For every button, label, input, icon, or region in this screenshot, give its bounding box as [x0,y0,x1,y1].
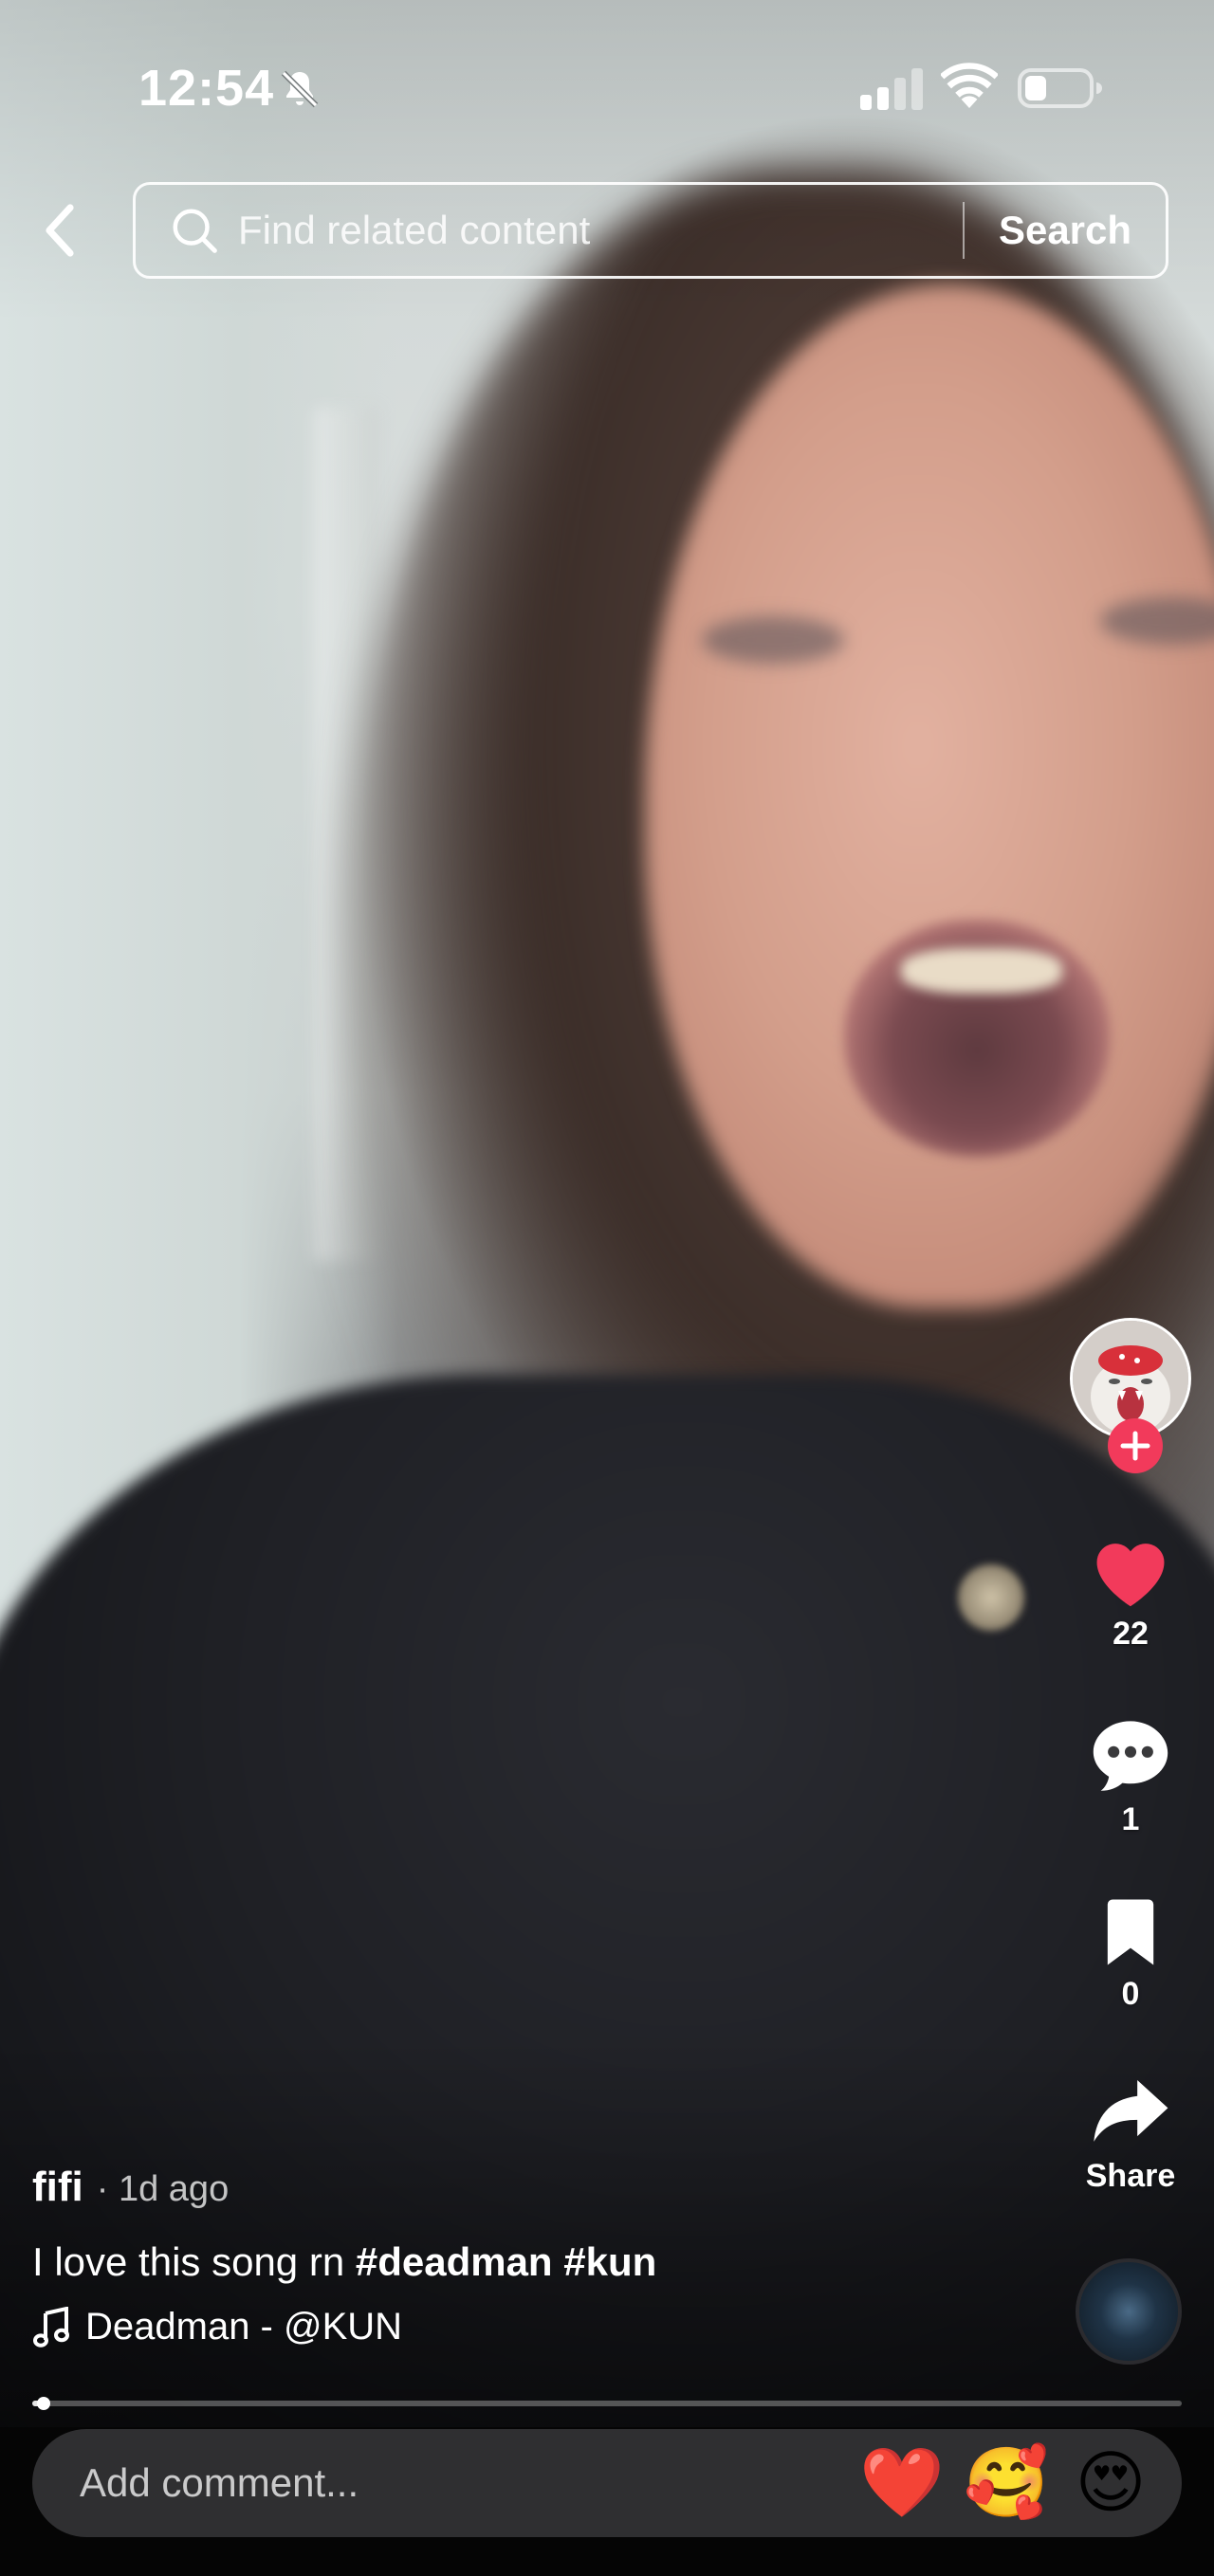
share-arrow-icon [1094,2079,1168,2142]
plus-icon [1120,1431,1150,1461]
share-label: Share [1085,2158,1176,2194]
save-count: 0 [1121,1976,1140,2012]
sound-link[interactable]: Deadman - @KUN [32,2306,1038,2348]
music-disc[interactable] [1076,2258,1182,2365]
hashtag-kun[interactable]: #kun [563,2239,656,2284]
search-input[interactable] [236,192,963,269]
smiling-hearts-emoji-button[interactable]: 🥰 [954,2445,1058,2521]
search-button[interactable]: Search [965,208,1166,253]
author-name[interactable]: fifi [32,2164,83,2211]
save-button[interactable]: 0 [1055,1896,1206,2013]
cellular-signal-icon [860,68,923,110]
bookmark-icon [1107,1899,1154,1965]
like-button[interactable]: 22 [1055,1534,1206,1653]
bell-slash-icon [281,70,319,108]
author-line: fifi · 1d ago [32,2164,1038,2211]
share-button[interactable]: Share [1055,2074,1206,2195]
sound-name: Deadman - @KUN [85,2306,403,2348]
comment-bar: Add comment... ❤️ 🥰 😍 [32,2429,1182,2537]
comment-count: 1 [1121,1801,1140,1837]
hashtag-deadman[interactable]: #deadman [356,2239,553,2284]
comment-bubble-icon [1093,1721,1168,1791]
heart-icon [1096,1544,1165,1607]
music-note-icon [33,2306,69,2348]
search-bar: Search [133,182,1168,279]
video-teeth [901,948,1062,994]
chevron-left-icon [46,204,74,257]
post-time: · 1d ago [96,2169,230,2209]
video-caption: fifi · 1d ago I love this song rn #deadm… [32,2164,1038,2348]
comment-input[interactable]: Add comment... [80,2460,850,2506]
follow-plus-button[interactable] [1108,1418,1163,1473]
video-face [645,284,1214,1308]
video-progress-bar[interactable] [32,2397,1182,2410]
video-screen: 12:54 Find related content Search 22 1 0… [0,0,1214,2576]
video-description: I love this song rn #deadman #kun [32,2238,1038,2287]
wifi-icon [941,63,998,108]
battery-icon [1018,68,1102,108]
description-text: I love this song rn [32,2239,345,2284]
video-necklace [958,1564,1024,1631]
video-player[interactable] [0,0,1214,2465]
creator-avatar-group [1070,1318,1191,1479]
back-button[interactable] [32,197,89,264]
like-count: 22 [1113,1616,1149,1652]
heart-emoji-button[interactable]: ❤️ [850,2445,954,2521]
status-bar: 12:54 [0,0,1214,171]
video-eye-left [702,616,844,664]
status-time: 12:54 [138,60,275,117]
search-icon [168,204,221,257]
comment-button[interactable]: 1 [1055,1716,1206,1838]
video-progress-knob[interactable] [37,2397,51,2410]
heart-eyes-emoji-button[interactable]: 😍 [1058,2445,1163,2521]
